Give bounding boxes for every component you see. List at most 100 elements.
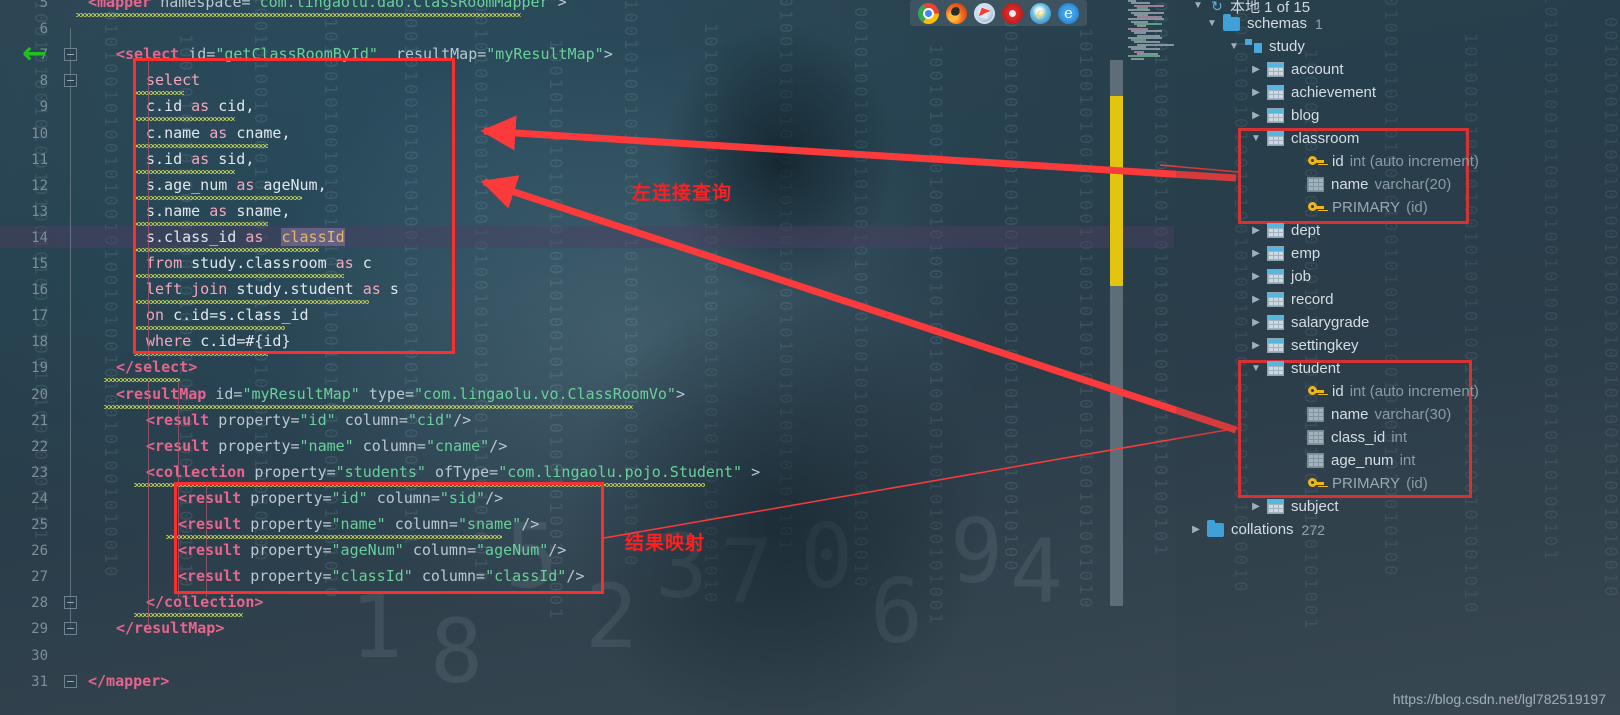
- tree-row[interactable]: ▶ salarygrade: [1248, 311, 1369, 334]
- code-line[interactable]: </select>: [116, 358, 197, 376]
- tree-row[interactable]: class_id int: [1288, 426, 1407, 449]
- code-folding-column[interactable]: [62, 0, 80, 715]
- tree-row[interactable]: ▶ blog: [1248, 104, 1319, 127]
- chevron-down-icon[interactable]: ▼: [1226, 39, 1242, 55]
- chrome-icon[interactable]: [918, 2, 939, 24]
- tree-row[interactable]: ▶ job: [1248, 265, 1311, 288]
- line-number[interactable]: 5: [8, 0, 48, 11]
- code-line[interactable]: <result property="name" column="sname"/>: [178, 515, 539, 533]
- tree-row[interactable]: ▶ settingkey: [1248, 334, 1358, 357]
- code-line[interactable]: <result property="ageNum" column="ageNum…: [178, 541, 566, 559]
- line-number[interactable]: 27: [8, 569, 48, 585]
- editor-scrollbar-thumb-top[interactable]: [1110, 60, 1123, 96]
- line-number[interactable]: 19: [8, 360, 48, 376]
- editor-minimap[interactable]: [1128, 0, 1174, 60]
- chevron-right-icon[interactable]: ▶: [1188, 522, 1204, 538]
- run-gutter-arrow-icon[interactable]: ←: [22, 39, 47, 69]
- ie-icon[interactable]: e: [1030, 2, 1051, 24]
- line-number[interactable]: 18: [8, 334, 48, 350]
- line-number[interactable]: 15: [8, 256, 48, 272]
- chevron-right-icon[interactable]: ▶: [1248, 62, 1264, 78]
- line-number[interactable]: 31: [8, 674, 48, 690]
- chevron-right-icon[interactable]: ▶: [1248, 269, 1264, 285]
- chevron-right-icon[interactable]: ▶: [1248, 315, 1264, 331]
- code-line[interactable]: </mapper>: [88, 672, 169, 690]
- tree-row[interactable]: ▶ record: [1248, 288, 1333, 311]
- line-number[interactable]: 17: [8, 308, 48, 324]
- line-number[interactable]: 24: [8, 491, 48, 507]
- chevron-down-icon[interactable]: ▼: [1204, 16, 1220, 32]
- code-line[interactable]: on c.id=s.class_id: [146, 306, 309, 324]
- line-number[interactable]: 8: [8, 73, 48, 89]
- tree-row[interactable]: ▶ collations 272: [1188, 518, 1325, 541]
- editor-warning-stripe[interactable]: [1110, 96, 1123, 286]
- chevron-right-icon[interactable]: ▶: [1248, 246, 1264, 262]
- line-number[interactable]: 22: [8, 439, 48, 455]
- code-line[interactable]: <resultMap id="myResultMap" type="com.li…: [116, 385, 685, 403]
- browser-icon-dock[interactable]: e e: [910, 0, 1087, 26]
- fold-toggle[interactable]: [64, 596, 77, 610]
- tree-row[interactable]: ▶ achievement: [1248, 81, 1376, 104]
- fold-toggle[interactable]: [64, 622, 77, 636]
- tree-row[interactable]: ▼ student: [1248, 357, 1340, 380]
- line-number[interactable]: 20: [8, 387, 48, 403]
- tree-row[interactable]: PRIMARY (id): [1288, 196, 1428, 219]
- code-line[interactable]: </resultMap>: [116, 619, 224, 637]
- code-line[interactable]: <result property="name" column="cname"/>: [146, 437, 507, 455]
- line-number[interactable]: 14: [8, 230, 48, 246]
- code-line[interactable]: <result property="classId" column="class…: [178, 567, 584, 585]
- line-number[interactable]: 11: [8, 152, 48, 168]
- firefox-icon[interactable]: [946, 2, 967, 24]
- fold-toggle[interactable]: [64, 74, 77, 88]
- tree-row[interactable]: ▶ account: [1248, 58, 1343, 81]
- tree-row[interactable]: id int (auto increment): [1288, 150, 1479, 173]
- line-number-gutter[interactable]: 5 6 7 8 9 10 11 12 13 14 15 16 17 18 19 20 21 22 23 24 25 26 2…: [0, 0, 62, 715]
- code-line[interactable]: s.id as sid,: [146, 150, 254, 168]
- code-line[interactable]: from study.classroom as c: [146, 254, 372, 272]
- code-line[interactable]: left join study.student as s: [146, 280, 399, 298]
- code-editor[interactable]: 5 6 7 8 9 10 11 12 13 14 15 16 17 18 19 20 21 22 23 24 25 26 2…: [0, 0, 1174, 715]
- code-line[interactable]: <select id="getClassRoomById" resultMap=…: [116, 45, 613, 63]
- selected-text[interactable]: classId: [281, 227, 345, 246]
- line-number[interactable]: 25: [8, 517, 48, 533]
- line-number[interactable]: 30: [8, 648, 48, 664]
- chevron-right-icon[interactable]: ▶: [1248, 85, 1264, 101]
- code-line[interactable]: <mapper namespace="com.lingaolu.dao.Clas…: [88, 0, 567, 11]
- line-number[interactable]: 29: [8, 621, 48, 637]
- code-line[interactable]: s.age_num as ageNum,: [146, 176, 327, 194]
- line-number[interactable]: 23: [8, 465, 48, 481]
- tree-row[interactable]: ▶ emp: [1248, 242, 1320, 265]
- chevron-down-icon[interactable]: ▼: [1248, 131, 1264, 147]
- code-line[interactable]: c.id as cid,: [146, 97, 254, 115]
- line-number[interactable]: 21: [8, 413, 48, 429]
- line-number[interactable]: 16: [8, 282, 48, 298]
- code-line[interactable]: c.name as cname,: [146, 124, 291, 142]
- tree-row[interactable]: ▼ schemas 1: [1204, 12, 1323, 35]
- tree-row[interactable]: name varchar(20): [1288, 173, 1451, 196]
- opera-icon[interactable]: [1002, 2, 1023, 24]
- safari-icon[interactable]: [974, 2, 995, 24]
- tree-row[interactable]: age_num int: [1288, 449, 1415, 472]
- line-number[interactable]: 9: [8, 99, 48, 115]
- code-line[interactable]: <result property="id" column="cid"/>: [146, 411, 471, 429]
- line-number[interactable]: 6: [8, 21, 48, 37]
- chevron-right-icon[interactable]: ▶: [1248, 499, 1264, 515]
- chevron-right-icon[interactable]: ▶: [1248, 108, 1264, 124]
- tree-row[interactable]: ▶ dept: [1248, 219, 1320, 242]
- tree-row[interactable]: ▼ classroom: [1248, 127, 1359, 150]
- chevron-right-icon[interactable]: ▶: [1248, 338, 1264, 354]
- tree-row[interactable]: ▼ study: [1226, 35, 1305, 58]
- tree-row[interactable]: id int (auto increment): [1288, 380, 1479, 403]
- database-tree-panel[interactable]: ▼ ↻ 本地 1 of 15 ▼ schemas 1 ▼ study ▶ account ▶ a…: [1176, 0, 1620, 715]
- chevron-down-icon[interactable]: ▼: [1248, 361, 1264, 377]
- chevron-right-icon[interactable]: ▶: [1248, 223, 1264, 239]
- editor-scrollbar-thumb[interactable]: [1110, 286, 1123, 606]
- line-number[interactable]: 26: [8, 543, 48, 559]
- code-line[interactable]: </collection>: [146, 593, 263, 611]
- line-number[interactable]: 13: [8, 204, 48, 220]
- fold-toggle[interactable]: [64, 48, 77, 62]
- chevron-right-icon[interactable]: ▶: [1248, 292, 1264, 308]
- code-line[interactable]: <collection property="students" ofType="…: [146, 463, 760, 481]
- edge-icon[interactable]: e: [1058, 2, 1079, 24]
- code-line[interactable]: where c.id=#{id}: [146, 332, 291, 350]
